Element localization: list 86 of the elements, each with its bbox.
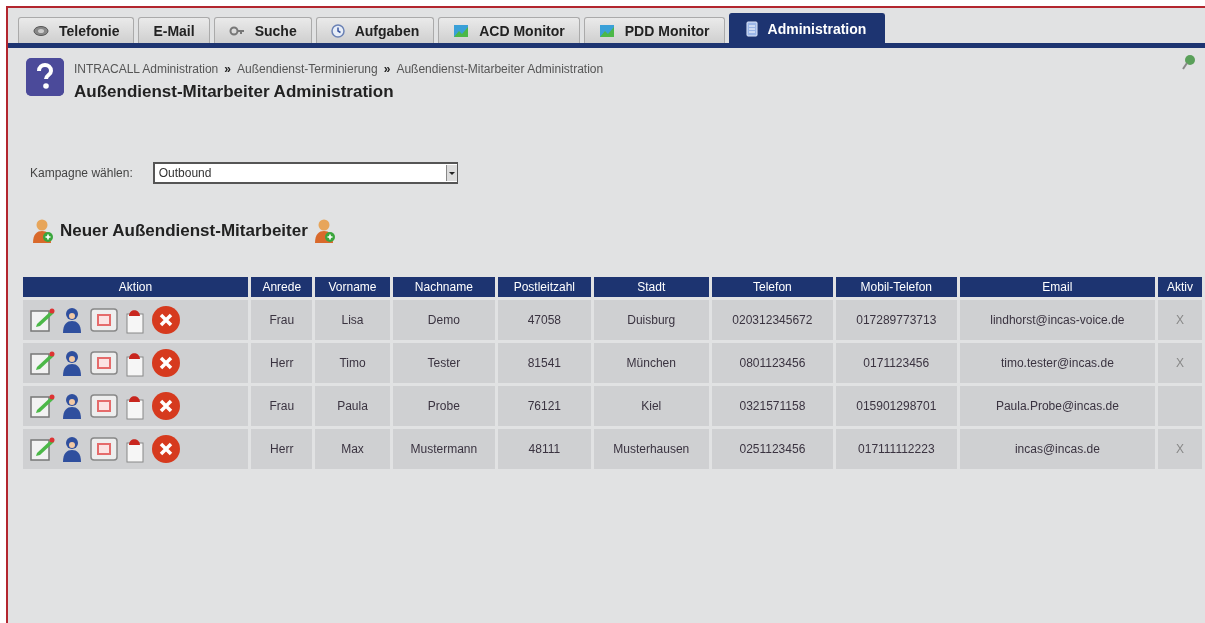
- tab[interactable]: Telefonie: [18, 17, 135, 43]
- table-cell: incas@incas.de: [959, 429, 1155, 469]
- table-cell: Probe: [392, 386, 496, 426]
- tab[interactable]: ACD Monitor: [438, 17, 580, 43]
- edit-icon[interactable]: [29, 307, 55, 333]
- help-icon: [26, 58, 64, 96]
- page-title: Außendienst-Mitarbeiter Administration: [74, 82, 395, 102]
- breadcrumb-link[interactable]: Außendienst-Terminierung: [236, 62, 378, 76]
- table-cell: Demo: [392, 300, 496, 340]
- table-cell: Paula: [315, 386, 390, 426]
- document-icon: [745, 20, 758, 37]
- table-cell: lindhorst@incas-voice.de: [959, 300, 1155, 340]
- table-cell: 017289773713: [835, 300, 957, 340]
- table-cell: 0801123456: [711, 343, 833, 383]
- table-cell: Timo: [315, 343, 390, 383]
- table-cell: Max: [315, 429, 390, 469]
- column-header: Stadt: [593, 277, 709, 297]
- table-cell: 81541: [498, 343, 591, 383]
- column-header: Aktiv: [1158, 277, 1202, 297]
- table-cell: timo.tester@incas.de: [959, 343, 1155, 383]
- table-cell: Tester: [392, 343, 496, 383]
- table-cell: 48111: [498, 429, 591, 469]
- add-person-icon[interactable]: [32, 218, 54, 244]
- table-cell: Paula.Probe@incas.de: [959, 386, 1155, 426]
- table-cell: 015901298701: [835, 386, 957, 426]
- table-cell: Frau: [251, 300, 313, 340]
- add-person-icon[interactable]: [313, 218, 336, 244]
- tab[interactable]: Aufgaben: [315, 17, 435, 43]
- column-header: Nachname: [392, 277, 496, 297]
- table-cell: 0321571158: [711, 386, 833, 426]
- table-cell: Herr: [251, 429, 313, 469]
- chart-icon: [598, 23, 615, 38]
- column-header: Vorname: [315, 277, 390, 297]
- table-cell: 47058: [498, 300, 591, 340]
- table-cell: Duisburg: [593, 300, 709, 340]
- table-cell: Kiel: [593, 386, 709, 426]
- table-cell: X: [1158, 343, 1202, 383]
- breadcrumb-link[interactable]: INTRACALL Administration: [74, 62, 219, 76]
- table-cell: 0171123456: [835, 343, 957, 383]
- table-cell: Frau: [251, 386, 313, 426]
- tab[interactable]: E-Mail: [138, 17, 210, 43]
- phone-icon: [33, 24, 49, 37]
- table-cell: Lisa: [315, 300, 390, 340]
- column-header: Email: [959, 277, 1155, 297]
- edit-icon[interactable]: [29, 436, 55, 462]
- key-icon: [228, 24, 245, 37]
- table-cell: München: [593, 343, 709, 383]
- column-header: Postleitzahl: [498, 277, 591, 297]
- delete-icon[interactable]: [151, 305, 181, 335]
- person-icon[interactable]: [61, 392, 83, 420]
- edit-icon[interactable]: [29, 393, 55, 419]
- breadcrumb-separator: »: [383, 62, 391, 76]
- chart-icon: [453, 23, 470, 38]
- edit-icon[interactable]: [29, 350, 55, 376]
- tab[interactable]: PDD Monitor: [583, 17, 725, 43]
- calendar-icon[interactable]: [89, 436, 119, 462]
- campaign-label: Kampagne wählen:: [30, 166, 133, 180]
- tab[interactable]: Administration: [728, 13, 886, 43]
- column-header: Aktion: [23, 277, 249, 297]
- column-header: Telefon: [711, 277, 833, 297]
- person-icon[interactable]: [61, 306, 83, 334]
- table-cell: Herr: [251, 343, 313, 383]
- delete-icon[interactable]: [151, 391, 181, 421]
- clock-icon: [330, 23, 345, 38]
- calendar-icon[interactable]: [89, 307, 119, 333]
- calendar-icon[interactable]: [89, 350, 119, 376]
- delete-icon[interactable]: [151, 434, 181, 464]
- table-cell: X: [1158, 300, 1202, 340]
- column-header: Mobil-Telefon: [835, 277, 957, 297]
- column-header: Anrede: [251, 277, 313, 297]
- person-icon[interactable]: [61, 435, 83, 463]
- tab[interactable]: Suche: [213, 17, 312, 43]
- table-cell: 020312345672: [711, 300, 833, 340]
- table-cell: X: [1158, 429, 1202, 469]
- campaign-dropdown[interactable]: Outbound: [152, 162, 458, 184]
- delete-icon[interactable]: [151, 348, 181, 378]
- table-cell: 0251123456: [711, 429, 833, 469]
- table-cell: 76121: [498, 386, 591, 426]
- breadcrumb-separator: »: [224, 62, 231, 76]
- table-cell: Mustermann: [392, 429, 496, 469]
- calendar-icon[interactable]: [89, 393, 119, 419]
- person-icon[interactable]: [61, 349, 83, 377]
- new-employee-link[interactable]: Neuer Außendienst-Mitarbeiter: [60, 221, 308, 241]
- table-cell: 017111112223: [835, 429, 957, 469]
- table-cell: Musterhausen: [593, 429, 709, 469]
- breadcrumb-link[interactable]: Außendienst-Mitarbeiter Administration: [396, 62, 604, 76]
